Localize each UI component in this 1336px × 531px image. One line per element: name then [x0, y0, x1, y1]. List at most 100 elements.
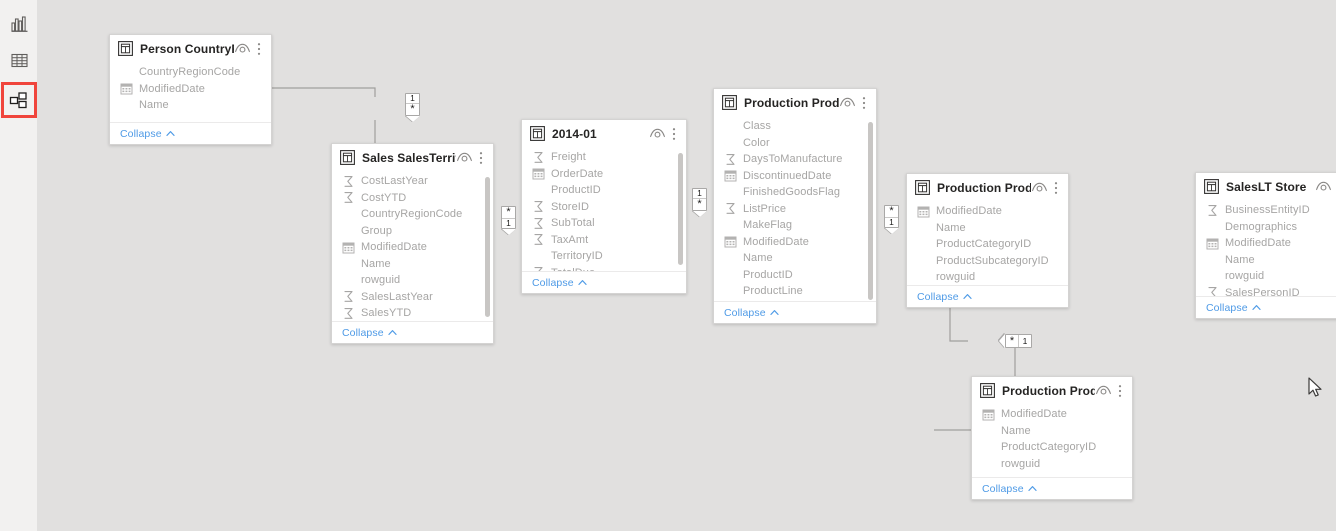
- field-row[interactable]: ModifiedDate: [972, 406, 1132, 423]
- table-header[interactable]: 2014-01: [522, 120, 686, 147]
- relationship-badge-rel-2014-01-product[interactable]: 1 *: [692, 188, 707, 211]
- field-row[interactable]: TerritoryID: [522, 248, 686, 265]
- field-row[interactable]: Name: [972, 423, 1132, 440]
- field-row[interactable]: ProductID: [714, 267, 876, 284]
- field-row[interactable]: rowguid: [332, 272, 493, 289]
- table-card-sales-salesterritory[interactable]: Sales SalesTerritoryCostLastYearCostYTDC…: [331, 143, 494, 344]
- relationship-badge-rel-product-productsubcategory[interactable]: * 1: [884, 205, 899, 228]
- more-options-icon[interactable]: [475, 150, 487, 165]
- table-header[interactable]: Sales SalesTerritory: [332, 144, 493, 171]
- field-row[interactable]: CostLastYear: [332, 173, 493, 190]
- field-row[interactable]: CostYTD: [332, 190, 493, 207]
- field-row[interactable]: ProductLine: [714, 283, 876, 300]
- field-row[interactable]: CountryRegionCode: [110, 64, 271, 81]
- collapse-label: Collapse: [532, 276, 574, 289]
- eye-icon[interactable]: [1095, 383, 1112, 398]
- eye-icon[interactable]: [234, 41, 251, 56]
- field-row[interactable]: TaxAmt: [522, 232, 686, 249]
- collapse-button[interactable]: Collapse: [1196, 296, 1336, 318]
- chevron-up-icon: [1028, 486, 1037, 491]
- field-row[interactable]: Name: [332, 256, 493, 273]
- more-options-icon[interactable]: [1114, 383, 1126, 398]
- field-row[interactable]: Name: [714, 250, 876, 267]
- field-row[interactable]: Name: [907, 220, 1068, 237]
- table-header[interactable]: Production ProductS...: [907, 174, 1068, 201]
- field-row[interactable]: SalesLastYear: [332, 289, 493, 306]
- more-options-icon[interactable]: [1050, 180, 1062, 195]
- eye-icon[interactable]: [1315, 179, 1332, 194]
- field-row[interactable]: ModifiedDate: [907, 203, 1068, 220]
- field-row[interactable]: Demographics: [1196, 219, 1336, 236]
- field-row[interactable]: DiscontinuedDate: [714, 168, 876, 185]
- eye-icon[interactable]: [456, 150, 473, 165]
- relationship-badge-rel-salesterritory-2014-01[interactable]: * 1: [501, 206, 516, 229]
- field-list-scrollbar[interactable]: [678, 153, 683, 265]
- nav-item-report-view[interactable]: [4, 8, 34, 38]
- table-icon: [340, 150, 355, 165]
- field-row[interactable]: TotalDue: [522, 265, 686, 271]
- field-row[interactable]: BusinessEntityID: [1196, 202, 1336, 219]
- table-card-production-product[interactable]: Production Product Class Color DaysToManufa…: [713, 88, 877, 324]
- field-row[interactable]: ModifiedDate: [110, 81, 271, 98]
- field-row[interactable]: Freight: [522, 149, 686, 166]
- field-row[interactable]: MakeFlag: [714, 217, 876, 234]
- field-row[interactable]: SubTotal: [522, 215, 686, 232]
- filter-direction-arrow-icon: [999, 334, 1005, 348]
- field-row[interactable]: ProductCategoryID: [972, 439, 1132, 456]
- table-card-production-productcategory[interactable]: Production ProductC... ModifiedDate Name Pr…: [971, 376, 1133, 500]
- field-row[interactable]: rowguid: [907, 269, 1068, 285]
- field-row[interactable]: ProductCategoryID: [907, 236, 1068, 253]
- field-row[interactable]: Color: [714, 135, 876, 152]
- field-list-scrollbar[interactable]: [485, 177, 490, 317]
- collapse-button[interactable]: Collapse: [714, 301, 876, 323]
- table-card-production-productsubcategory[interactable]: Production ProductS... ModifiedDate Name Pr…: [906, 173, 1069, 308]
- field-row[interactable]: StoreID: [522, 199, 686, 216]
- nav-item-model-view[interactable]: [1, 82, 37, 118]
- collapse-button[interactable]: Collapse: [522, 271, 686, 293]
- eye-icon[interactable]: [839, 95, 856, 110]
- calendar-icon: [120, 83, 133, 95]
- relationship-badge-rel-countryregion-salesterritory[interactable]: 1 *: [405, 93, 420, 116]
- eye-icon[interactable]: [1031, 180, 1048, 195]
- collapse-label: Collapse: [342, 326, 384, 339]
- eye-icon[interactable]: [649, 126, 666, 141]
- field-row[interactable]: rowguid: [1196, 268, 1336, 285]
- field-row[interactable]: Group: [332, 223, 493, 240]
- field-row[interactable]: rowguid: [972, 456, 1132, 473]
- table-header[interactable]: Person CountryRegion: [110, 35, 271, 62]
- field-row[interactable]: ModifiedDate: [714, 234, 876, 251]
- collapse-button[interactable]: Collapse: [972, 477, 1132, 499]
- field-row[interactable]: ProductID: [522, 182, 686, 199]
- collapse-button[interactable]: Collapse: [110, 122, 271, 144]
- table-card-date-2014-01[interactable]: 2014-01 Freight OrderDate ProductID StoreID S…: [521, 119, 687, 294]
- table-card-person-countryregion[interactable]: Person CountryRegion CountryRegionCode Mod…: [109, 34, 272, 145]
- field-row[interactable]: ProductSubcategoryID: [907, 253, 1068, 270]
- field-row[interactable]: Class: [714, 118, 876, 135]
- field-row[interactable]: Name: [1196, 252, 1336, 269]
- field-row[interactable]: SalesPersonID: [1196, 285, 1336, 296]
- field-row[interactable]: CountryRegionCode: [332, 206, 493, 223]
- model-canvas[interactable]: Person CountryRegion CountryRegionCode Mod…: [37, 0, 1336, 531]
- more-options-icon[interactable]: [253, 41, 265, 56]
- field-row[interactable]: OrderDate: [522, 166, 686, 183]
- field-row[interactable]: FinishedGoodsFlag: [714, 184, 876, 201]
- field-row[interactable]: DaysToManufacture: [714, 151, 876, 168]
- table-header[interactable]: Production Product: [714, 89, 876, 116]
- relationship-badge-rel-productsubcategory-productcategory[interactable]: * 1: [1005, 334, 1032, 348]
- nav-item-data-view[interactable]: [4, 45, 34, 75]
- field-list-scrollbar[interactable]: [868, 122, 873, 300]
- field-row[interactable]: ModifiedDate: [1196, 235, 1336, 252]
- cardinality-value: *: [1009, 334, 1015, 347]
- table-card-saleslt-store[interactable]: SalesLT Store BusinessEntityID Demographic…: [1195, 172, 1336, 319]
- collapse-button[interactable]: Collapse: [332, 321, 493, 343]
- more-options-icon[interactable]: [668, 126, 680, 141]
- table-header[interactable]: SalesLT Store: [1196, 173, 1336, 200]
- more-options-icon[interactable]: [858, 95, 870, 110]
- field-row[interactable]: Name: [110, 97, 271, 114]
- collapse-button[interactable]: Collapse: [907, 285, 1068, 307]
- table-icon: [530, 126, 545, 141]
- field-row[interactable]: SalesYTD: [332, 305, 493, 321]
- field-row[interactable]: ListPrice: [714, 201, 876, 218]
- table-header[interactable]: Production ProductC...: [972, 377, 1132, 404]
- field-row[interactable]: ModifiedDate: [332, 239, 493, 256]
